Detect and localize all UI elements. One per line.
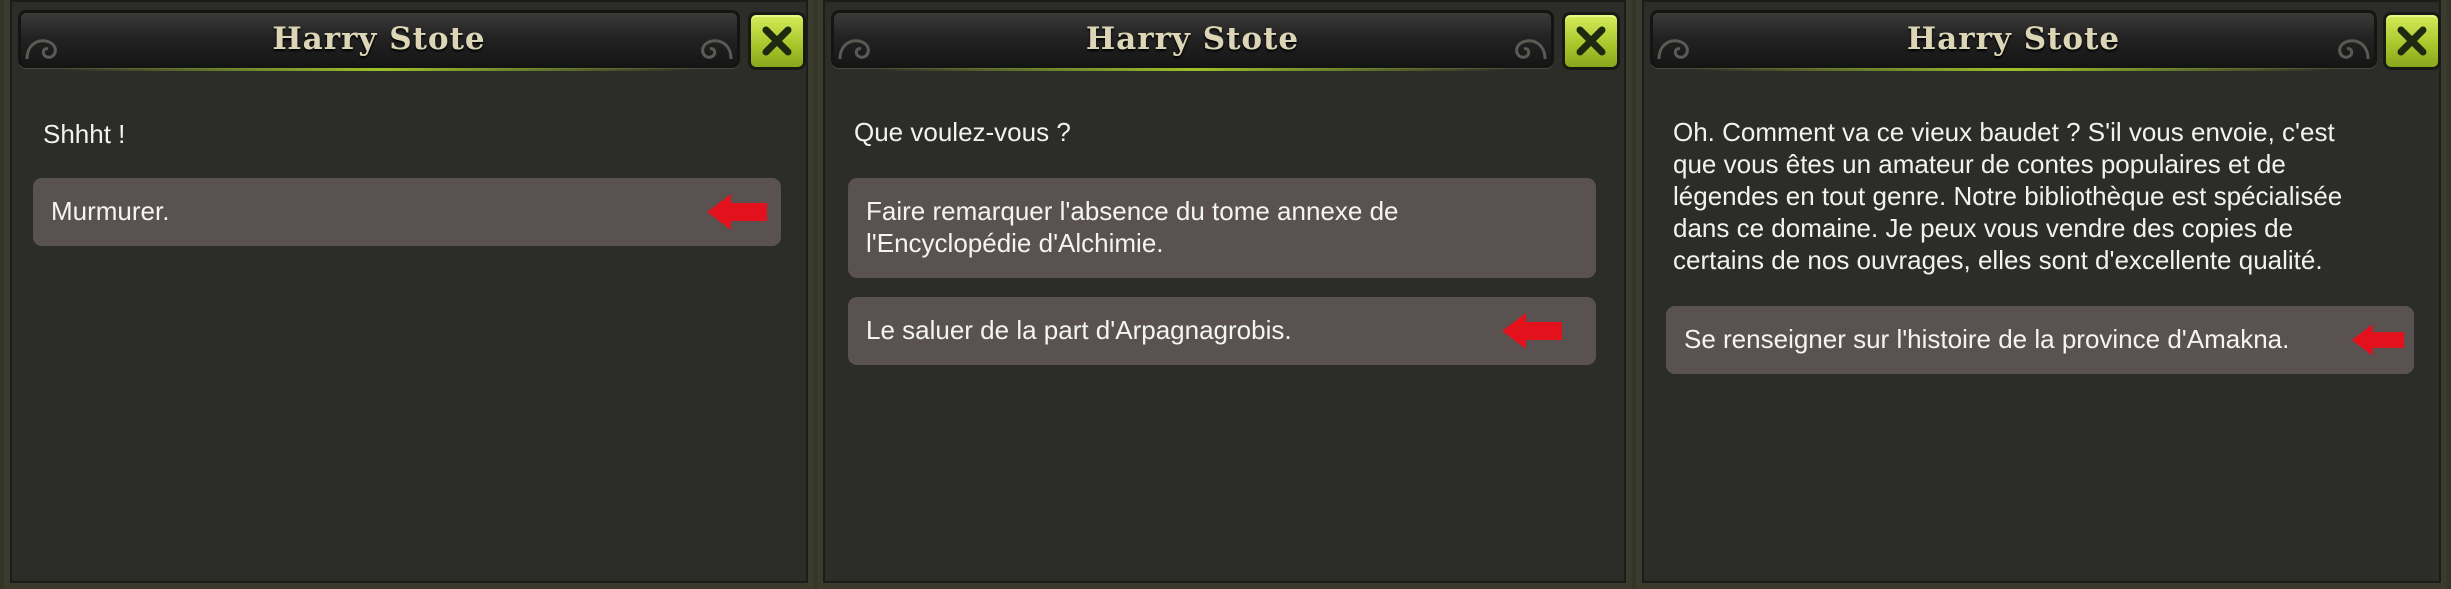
dialog-option-label: Faire remarquer l'absence du tome annexe… (866, 196, 1399, 226)
dialog-option-label: Se renseigner sur l'histoire de la provi… (1684, 324, 2290, 354)
dialog-option-label: Murmurer. (51, 196, 170, 226)
close-button[interactable] (2383, 12, 2441, 70)
red-arrow-left-icon (1502, 313, 1562, 349)
dialog-title: Harry Stote (1906, 21, 2121, 57)
dialog-title-bar: Harry Stote (831, 10, 1554, 71)
dialog-panel-3: Harry Stote Oh. Comment va ce vieux baud… (1636, 0, 2447, 589)
dialog-title-bar: Harry Stote (1650, 10, 2377, 71)
npc-message: Que voulez-vous ? (854, 117, 1071, 147)
close-button[interactable] (748, 12, 806, 70)
red-arrow-left-icon (2351, 324, 2405, 356)
close-button[interactable] (1562, 12, 1620, 70)
swirl-ornament-icon (701, 39, 733, 60)
dialog-option-saluer[interactable]: Le saluer de la part d'Arpagnagrobis. (848, 297, 1596, 365)
dialog-option-murmurer[interactable]: Murmurer. (33, 178, 781, 246)
dialog-option-label: l'Encyclopédie d'Alchimie. (866, 228, 1164, 258)
dialog-panel-1: Harry Stote Shhht ! Murmurer. (4, 0, 814, 589)
npc-message: Shhht ! (43, 119, 126, 149)
dialog-panel-2: Harry Stote Que voulez-vous ? Faire rema… (817, 0, 1632, 589)
npc-message: Oh. Comment va ce vieux baudet ? S'il vo… (1673, 117, 2343, 275)
red-arrow-left-icon (707, 194, 767, 230)
swirl-ornament-icon (1515, 39, 1547, 60)
close-x-icon (1576, 26, 1606, 56)
dialog-option-histoire-amakna[interactable]: Se renseigner sur l'histoire de la provi… (1666, 306, 2414, 374)
dialog-title-bar: Harry Stote (18, 10, 740, 71)
dialog-option-absence-tome[interactable]: Faire remarquer l'absence du tome annexe… (848, 178, 1596, 278)
dialog-title: Harry Stote (272, 21, 486, 57)
close-x-icon (762, 26, 792, 56)
dialog-option-label: Le saluer de la part d'Arpagnagrobis. (866, 315, 1292, 345)
dialog-title: Harry Stote (1085, 21, 1300, 57)
swirl-ornament-icon (2338, 39, 2370, 60)
close-x-icon (2397, 26, 2427, 56)
